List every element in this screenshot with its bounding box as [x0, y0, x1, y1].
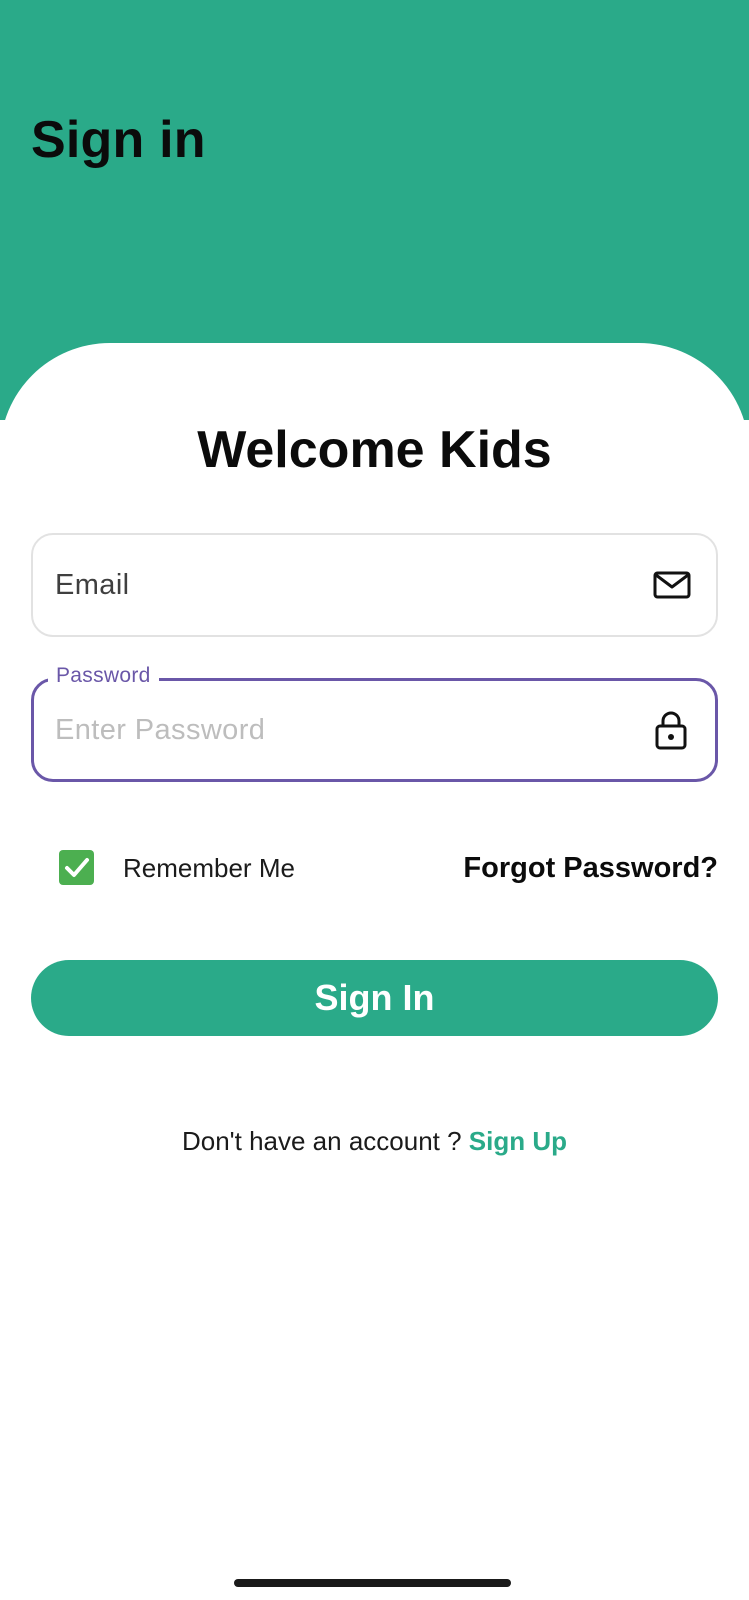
remember-me-checkbox[interactable] — [59, 850, 94, 885]
password-input-placeholder[interactable]: Enter Password — [55, 681, 265, 779]
remember-me-label[interactable]: Remember Me — [123, 848, 295, 888]
remember-row: Remember Me Forgot Password? — [0, 848, 749, 888]
email-field-value: Email — [55, 568, 130, 601]
signup-prompt-text: Don't have an account ? — [181, 1126, 469, 1156]
sign-in-button[interactable]: Sign In — [31, 960, 718, 1036]
home-indicator[interactable] — [234, 1579, 511, 1587]
mail-icon — [652, 565, 692, 605]
sign-up-link[interactable]: Sign Up — [469, 1126, 567, 1156]
signup-prompt: Don't have an account ? Sign Up — [0, 1121, 749, 1161]
forgot-password-link[interactable]: Forgot Password? — [463, 848, 718, 888]
lock-icon[interactable] — [651, 710, 691, 750]
page-title: Sign in — [31, 111, 206, 169]
check-icon — [65, 858, 89, 877]
welcome-title: Welcome Kids — [197, 421, 552, 479]
password-field[interactable]: Password Enter Password — [31, 661, 718, 782]
email-field[interactable]: Email — [31, 533, 718, 637]
